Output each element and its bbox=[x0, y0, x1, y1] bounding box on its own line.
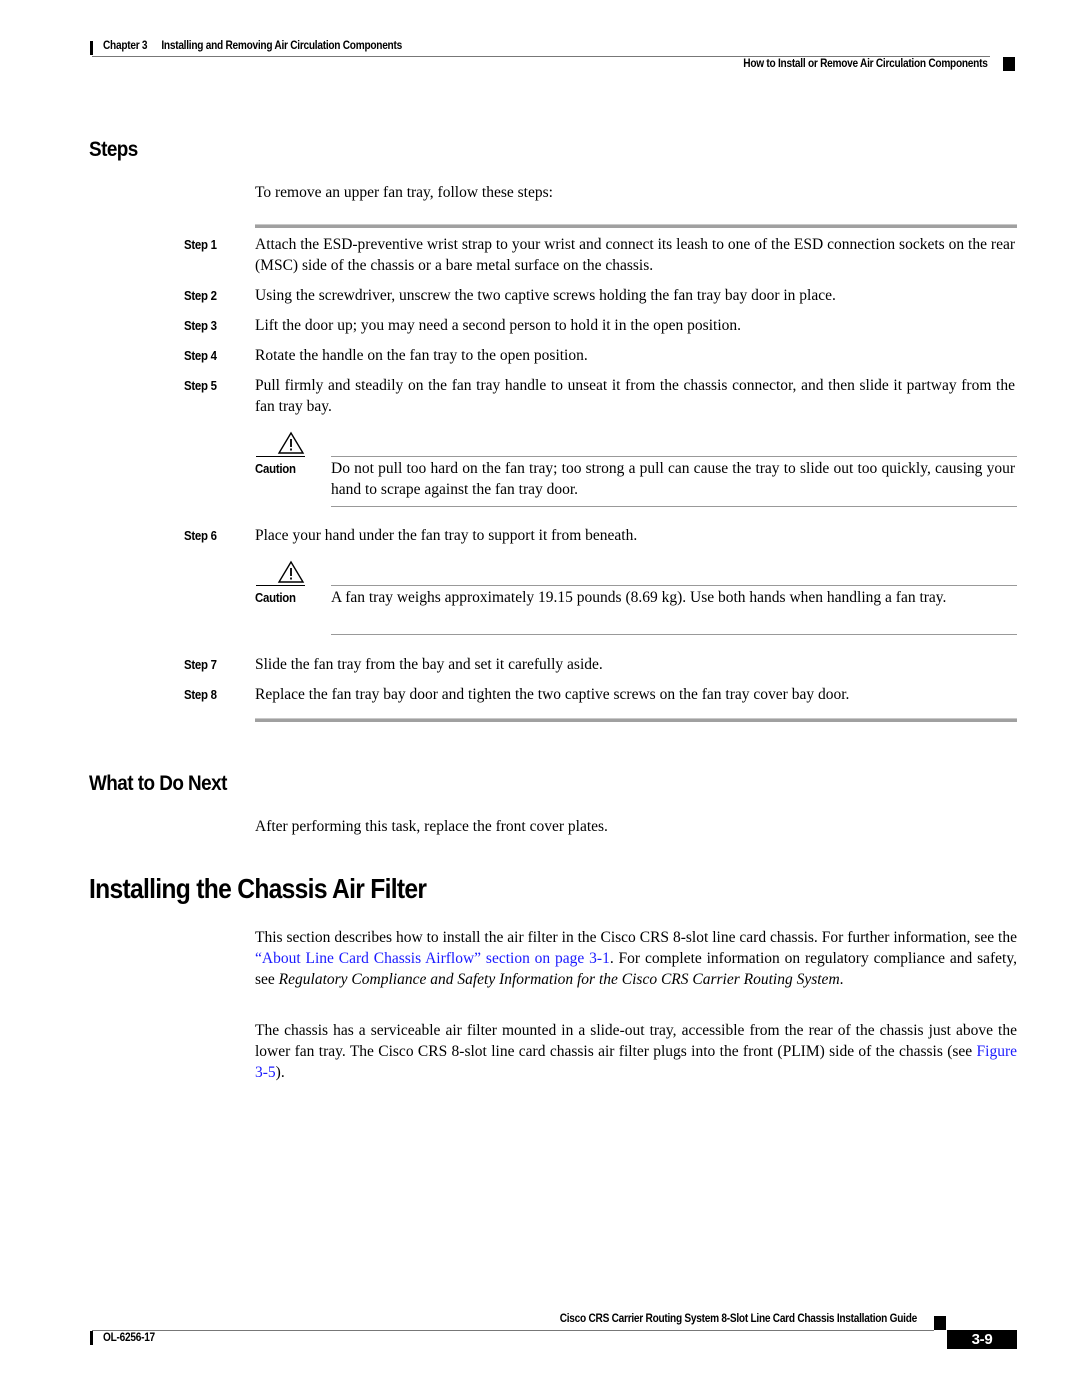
header-left-bar bbox=[90, 41, 93, 55]
paragraph-text: ). bbox=[275, 1064, 285, 1081]
footer-guide-title: Cisco CRS Carrier Routing System 8-Slot … bbox=[559, 1313, 918, 1325]
step-text: Using the screwdriver, unscrew the two c… bbox=[255, 287, 836, 304]
what-to-do-next-heading: What to Do Next bbox=[89, 772, 227, 795]
step-text: Rotate the handle on the fan tray to the… bbox=[255, 347, 588, 364]
running-header-section: How to Install or Remove Air Circulation… bbox=[743, 58, 989, 70]
step-text: Pull firmly and steadily on the fan tray… bbox=[255, 377, 1015, 415]
caution-icon-underline bbox=[256, 456, 305, 457]
step-label: Step 6 bbox=[184, 528, 217, 543]
caution-top-rule bbox=[331, 456, 1017, 457]
step-label: Step 7 bbox=[184, 657, 217, 672]
page-number: 3-9 bbox=[947, 1330, 1017, 1349]
caution-label: Caution bbox=[255, 461, 296, 476]
paragraph-text: This section describes how to install th… bbox=[255, 929, 1017, 946]
air-filter-paragraph-2: The chassis has a serviceable air filter… bbox=[255, 1020, 1017, 1083]
procedure-bottom-rule bbox=[255, 718, 1017, 722]
caution-text: Do not pull too hard on the fan tray; to… bbox=[331, 460, 1015, 498]
step-label: Step 8 bbox=[184, 687, 217, 702]
caution-icon-underline bbox=[256, 585, 305, 586]
step-label: Step 4 bbox=[184, 348, 217, 363]
step-label: Step 3 bbox=[184, 318, 217, 333]
header-marker-square bbox=[1003, 57, 1015, 71]
footer-rule bbox=[92, 1330, 934, 1331]
step-text: Attach the ESD-preventive wrist strap to… bbox=[255, 236, 1015, 274]
airflow-section-link[interactable]: “About Line Card Chassis Airflow” sectio… bbox=[255, 950, 610, 967]
running-header-chapter: Chapter 3 Installing and Removing Air Cir… bbox=[103, 40, 402, 52]
footer-left-bar bbox=[90, 1331, 93, 1345]
procedure-top-rule bbox=[255, 224, 1017, 228]
air-filter-paragraph-1: This section describes how to install th… bbox=[255, 927, 1017, 990]
warning-triangle-icon bbox=[277, 560, 305, 583]
caution-bottom-rule bbox=[331, 506, 1017, 507]
chapter-title: Installing and Removing Air Circulation … bbox=[161, 40, 402, 52]
step-label: Step 1 bbox=[184, 237, 217, 252]
regulatory-doc-title: Regulatory Compliance and Safety Informa… bbox=[278, 971, 840, 988]
what-to-do-next-text: After performing this task, replace the … bbox=[255, 818, 608, 835]
footer-doc-number: OL-6256-17 bbox=[103, 1332, 155, 1344]
step-label: Step 2 bbox=[184, 288, 217, 303]
header-rule bbox=[92, 56, 990, 57]
section-title: Installing the Chassis Air Filter bbox=[89, 873, 427, 904]
caution-text: A fan tray weighs approximately 19.15 po… bbox=[331, 589, 947, 606]
caution-label: Caution bbox=[255, 590, 296, 605]
caution-top-rule bbox=[331, 585, 1017, 586]
paragraph-text: The chassis has a serviceable air filter… bbox=[255, 1022, 1017, 1060]
step-text: Place your hand under the fan tray to su… bbox=[255, 527, 638, 544]
paragraph-text: . bbox=[839, 971, 844, 988]
step-label: Step 5 bbox=[184, 378, 217, 393]
warning-triangle-icon bbox=[277, 431, 305, 454]
step-text: Lift the door up; you may need a second … bbox=[255, 317, 742, 334]
step-text: Slide the fan tray from the bay and set … bbox=[255, 656, 603, 673]
steps-heading: Steps bbox=[89, 138, 138, 161]
caution-bottom-rule bbox=[331, 634, 1017, 635]
chapter-number: Chapter 3 bbox=[103, 40, 148, 52]
footer-marker-square bbox=[934, 1316, 946, 1330]
step-text: Replace the fan tray bay door and tighte… bbox=[255, 686, 850, 703]
steps-intro: To remove an upper fan tray, follow thes… bbox=[255, 184, 553, 201]
